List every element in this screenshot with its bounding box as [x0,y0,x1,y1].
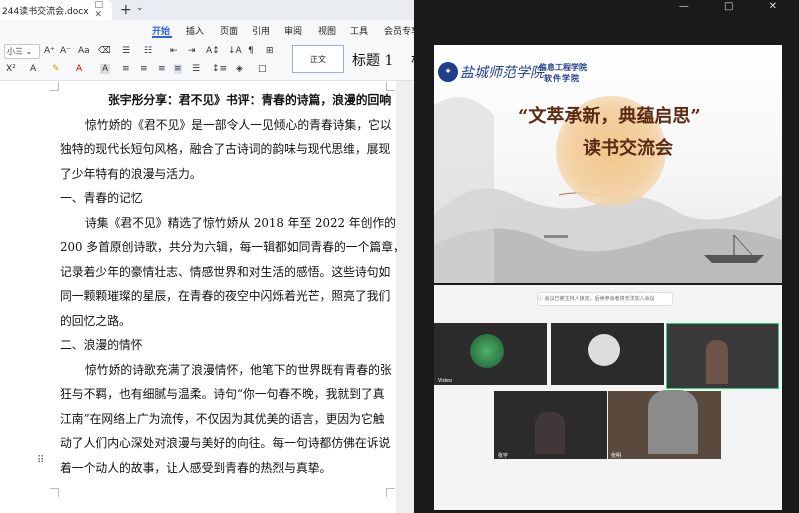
meeting-lock-notice: ⓘ 会议已被主持人锁定，后续参会者将无法加入会议 [537,292,673,306]
justify-icon[interactable]: ≡ [174,64,182,74]
font-color-icon[interactable]: A [76,64,82,74]
highlight-icon[interactable]: ✎ [52,64,60,74]
char-shading-icon[interactable]: A [100,64,111,74]
line-spacing-icon[interactable]: ↕≡ [212,64,227,74]
align-center-icon[interactable]: ≡ [140,64,148,74]
participant-name-tag: 张宇 [498,453,509,459]
participant-name-tag: 张明 [611,453,622,459]
margin-mark [386,488,395,497]
borders-icon[interactable]: ⊞ [266,46,274,56]
tab-page[interactable]: 页面 [220,24,238,37]
style-normal[interactable]: 正文 [292,45,344,73]
doc-line: 着一个动人的故事，让人感受到青春的热烈与真挚。 [60,460,332,475]
doc-line: 的回忆之路。 [60,313,131,328]
superscript-icon[interactable]: X² [6,64,16,74]
doc-line: 了少年特有的浪漫与活力。 [60,166,202,181]
tab-review[interactable]: 审阅 [284,24,302,37]
doc-line: 江南”在网络上广为流传，不仅因为其优美的语言，更因为它触 [60,411,385,426]
tab-insert[interactable]: 插入 [186,24,204,37]
border-icon[interactable]: □ [258,64,267,74]
doc-line: 诗集《君不见》精选了惊竹娇从 2018 年至 2022 年创作的 [85,215,396,230]
font-size-value: 小三 [7,47,23,56]
bullets-icon[interactable]: ☰ [122,46,130,56]
tab-member[interactable]: 会员专享 [384,24,414,37]
doc-line: 惊竹娇的《君不见》是一部令人一见倾心的青春诗集，它以 [85,117,392,132]
decrease-indent-icon[interactable]: ⇤ [170,46,178,56]
margin-mark [386,82,395,91]
tab-close-icon[interactable]: □ ✕ [95,0,112,20]
college-name: 信息工程学院 [539,63,587,72]
margin-mark [50,82,59,91]
slide-title: “文萃承新，典蕴启思” [518,106,701,127]
doc-heading: 二、浪漫的情怀 [60,338,143,352]
increase-indent-icon[interactable]: ⇥ [188,46,196,56]
drag-handle-icon[interactable]: ⠿ [37,455,44,466]
decrease-font-icon[interactable]: A⁻ [60,46,71,56]
vertical-scrollbar[interactable] [396,81,414,513]
school-name: 盐城师范学院 [460,65,544,81]
new-tab-button[interactable]: + [120,1,132,19]
align-right-icon[interactable]: ≡ [158,64,166,74]
participant-video [535,412,565,454]
participant-video [706,340,728,384]
doc-line: 记录着少年的豪情壮志、情感世界和对生活的感悟。这些诗句如 [60,264,391,279]
meeting-screenshot [434,285,782,510]
participant-video [648,390,698,454]
text-direction-icon[interactable]: A↕ [206,46,220,56]
style-heading1[interactable]: 标题 1 标 [352,50,414,70]
document-tab-name: 244读书交流会.docx [2,6,89,17]
doc-line: 独特的现代长短句风格，融合了古诗词的韵味与现代思维，展现 [60,142,391,156]
align-left-icon[interactable]: ≡ [122,64,130,74]
font-size-select[interactable]: 小三 ⌄ [4,44,40,59]
school-logo-icon: ✦ [438,62,458,82]
doc-heading: 一、青春的记忆 [60,191,143,205]
slide-subtitle: 读书交流会 [583,138,673,159]
doc-line: 惊竹娇的诗歌充满了浪漫情怀，他笔下的世界既有青春的张 [85,362,392,377]
doc-title: 张宇彤分享：君不见》书评：青春的诗篇，浪漫的回响 [108,93,392,107]
participant-avatar[interactable] [470,334,504,368]
doc-line: 狂与不羁，也有细腻与温柔。诗句“你一句春不晚，我就到了真 [60,387,385,401]
distribute-icon[interactable]: ☰ [192,64,200,74]
doc-line: 动了人们内心深处对浪漫与美好的向往。每一句诗都仿佛在诉说 [60,436,391,450]
show-marks-icon[interactable]: ¶ [248,46,254,56]
doc-line: 200 多首原创诗歌，共分为六辑，每一辑都如同青春的一个篇章， [60,240,405,254]
change-case-icon[interactable]: Aa [78,46,90,56]
ribbon-tabs: 开始 插入 页面 引用 审阅 视图 工具 会员专享 [0,20,414,38]
document-tab[interactable]: 244读书交流会.docx □ ✕ [0,0,112,20]
title-bar: 244读书交流会.docx □ ✕ + ⌄ [0,0,414,20]
numbering-icon[interactable]: ☷ [144,46,152,56]
sort-icon[interactable]: ↓A [228,46,242,56]
doc-line: 同一颗颗璀璨的星辰，在青春的夜空中闪烁着光芒，照亮了我们 [60,289,391,303]
style-heading1-label: 标题 1 [352,53,394,69]
tab-tools[interactable]: 工具 [350,24,368,37]
tab-references[interactable]: 引用 [252,24,270,37]
text-effect-icon[interactable]: A [30,64,36,74]
shading-icon[interactable]: ◈ [236,64,243,74]
margin-mark [50,488,59,497]
window-controls[interactable]: — □ ✕ [679,1,793,12]
word-window: 244读书交流会.docx □ ✕ + ⌄ 开始 插入 页面 引用 审阅 视图 … [0,0,414,513]
participant-avatar[interactable] [588,334,620,366]
participant-name-tag: Video [438,378,453,384]
tab-list-chevron-icon[interactable]: ⌄ [136,3,144,13]
increase-font-icon[interactable]: A⁺ [44,46,55,56]
tab-view[interactable]: 视图 [318,24,336,37]
college-name-secondary: 软件学院 [544,74,580,83]
clear-format-icon[interactable]: ⌫ [98,46,111,56]
